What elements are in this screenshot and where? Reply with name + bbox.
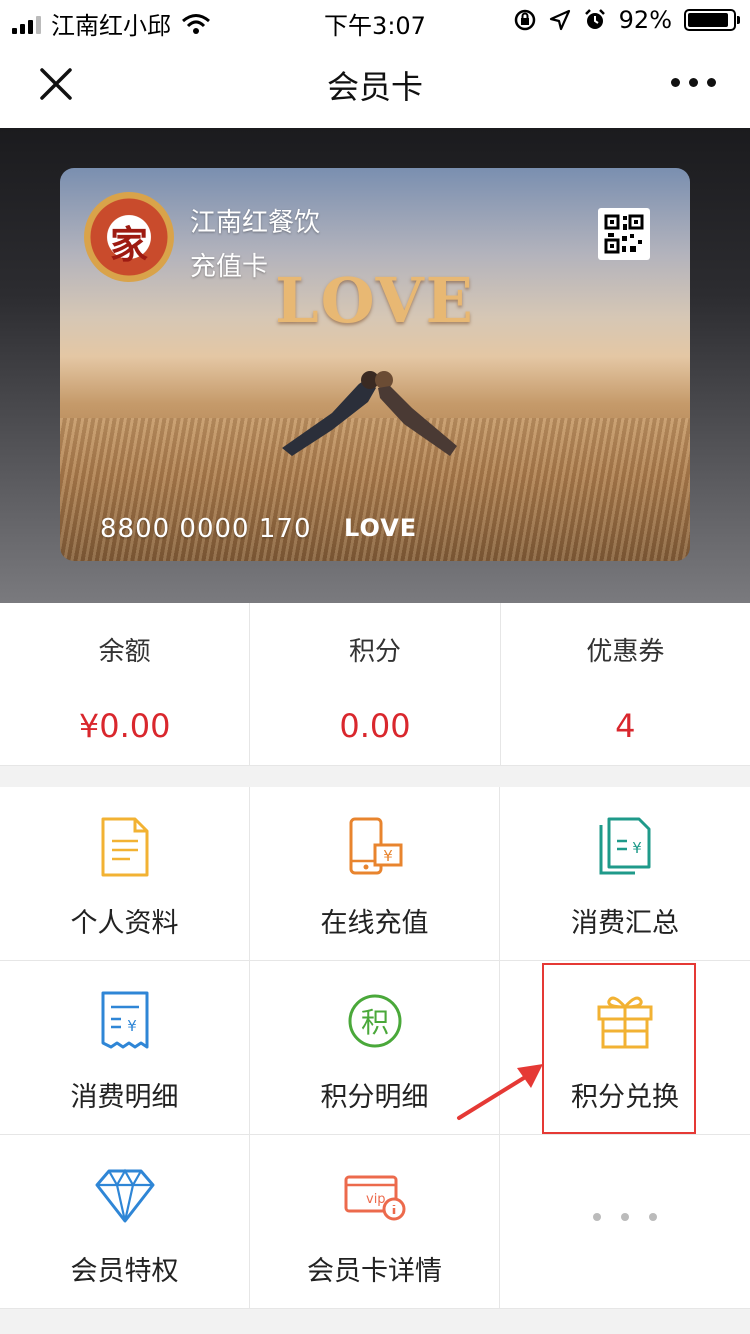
highlight-box: [542, 963, 696, 1134]
stat-label: 优惠券: [586, 637, 665, 667]
location-icon: [549, 9, 570, 31]
receipt-icon: ¥: [101, 991, 149, 1049]
svg-text:积: 积: [361, 1006, 389, 1039]
status-bar: 江南红小邱 下午3:07 92%: [0, 0, 750, 40]
menu-item-consumption-summary[interactable]: ¥ 消费汇总: [500, 787, 750, 961]
profile-document-icon: [101, 817, 149, 877]
stat-value: 4: [615, 707, 636, 745]
menu-label: 在线充值: [320, 908, 429, 939]
status-right: 92%: [513, 6, 740, 34]
stat-coupons[interactable]: 优惠券 4: [501, 603, 750, 765]
menu-item-more[interactable]: [500, 1135, 750, 1309]
card-art-title: LOVE: [275, 264, 475, 337]
diamond-icon: [95, 1168, 155, 1223]
member-card[interactable]: 家 江南红餐饮 充值卡 LOVE 8800 0000 170 LOVE: [60, 168, 690, 561]
battery-icon: [684, 9, 740, 31]
couple-silhouette: [282, 371, 457, 456]
phone-recharge-icon: ¥: [349, 817, 403, 875]
account-stats: 余额 ¥0.00 积分 0.00 优惠券 4: [0, 603, 750, 766]
battery-percent: 92%: [618, 6, 672, 34]
vip-card-icon: vip: [344, 1175, 406, 1221]
points-icon: 积: [348, 994, 402, 1048]
stat-points[interactable]: 积分 0.00: [250, 603, 501, 765]
card-number: 8800 0000 170: [100, 514, 312, 544]
menu-label: 消费明细: [70, 1082, 179, 1113]
menu-item-profile[interactable]: 个人资料: [0, 787, 250, 961]
svg-text:¥: ¥: [632, 839, 642, 857]
page-title: 会员卡: [326, 68, 423, 106]
stat-label: 余额: [98, 637, 151, 667]
consumption-summary-icon: ¥: [599, 817, 651, 875]
menu-item-consumption-detail[interactable]: ¥ 消费明细: [0, 961, 250, 1135]
svg-text:¥: ¥: [383, 847, 393, 865]
menu-label: 消费汇总: [571, 908, 679, 939]
logo-glyph: 家: [109, 223, 148, 267]
stat-balance[interactable]: 余额 ¥0.00: [0, 603, 251, 765]
svg-text:vip: vip: [366, 1192, 386, 1207]
merchant-name: 江南红餐饮: [190, 208, 321, 238]
qr-code-icon[interactable]: [598, 208, 650, 260]
nav-bar: 会员卡: [0, 40, 750, 128]
menu-label: 个人资料: [70, 908, 179, 939]
svg-text:¥: ¥: [127, 1017, 137, 1035]
stat-label: 积分: [348, 637, 401, 667]
pointer-arrow-icon: [457, 1064, 543, 1120]
stat-value: ¥0.00: [78, 707, 171, 745]
menu-item-member-privileges[interactable]: 会员特权: [0, 1135, 250, 1309]
menu-item-card-details[interactable]: vip 会员卡详情: [250, 1135, 500, 1309]
card-brand-mark: LOVE: [344, 514, 418, 542]
battery-fill: [688, 13, 729, 27]
rotation-lock-icon: [514, 9, 535, 31]
stat-value: 0.00: [339, 707, 411, 745]
more-dots-icon: [500, 1213, 750, 1221]
menu-label: 会员卡详情: [307, 1256, 442, 1287]
card-hero: 家 江南红餐饮 充值卡 LOVE 8800 0000 170 LOVE: [0, 128, 750, 603]
alarm-icon: [584, 9, 605, 29]
menu-item-recharge[interactable]: ¥ 在线充值: [250, 787, 500, 961]
more-icon[interactable]: [671, 78, 716, 87]
menu-label: 会员特权: [70, 1256, 179, 1287]
